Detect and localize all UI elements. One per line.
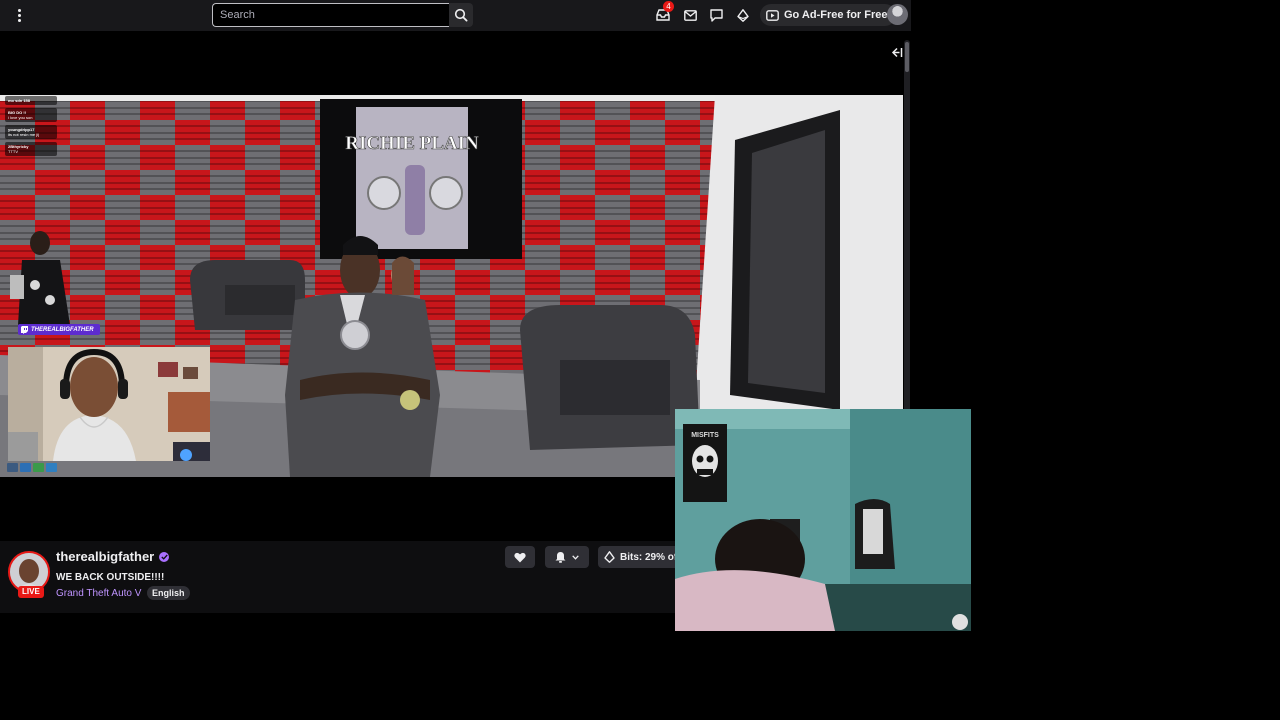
go-ad-free-button[interactable]: Go Ad-Free for Free <box>760 4 896 26</box>
bits-button[interactable] <box>732 5 754 25</box>
overlay-chat-message: mo sdn 158 <box>5 96 57 105</box>
search-input[interactable] <box>212 3 449 27</box>
mail-icon <box>683 9 697 21</box>
page-scrollbar[interactable] <box>904 40 910 412</box>
webcam-toolbar-icons <box>7 463 57 472</box>
ad-free-icon <box>766 9 779 21</box>
stream-chat-overlay: mo sdn 158 BIG DO !! i love you son youn… <box>5 96 57 159</box>
notifications-button[interactable] <box>545 546 589 568</box>
heart-icon <box>514 552 526 562</box>
verified-badge-icon <box>159 551 170 562</box>
bell-icon <box>555 552 566 563</box>
go-ad-free-label: Go Ad-Free for Free <box>784 9 888 21</box>
search-button[interactable] <box>449 3 473 27</box>
chat-bubble-icon <box>709 8 723 22</box>
webcam-channel-tag: THEREALBIGFATHER <box>18 324 100 335</box>
collapse-arrow-icon <box>891 47 902 57</box>
bits-gem-icon <box>737 8 749 22</box>
language-tag[interactable]: English <box>147 586 190 600</box>
user-avatar[interactable] <box>887 4 908 25</box>
pip-poster-text: MISFITS <box>691 432 719 439</box>
bits-gem-icon <box>604 551 615 563</box>
chat-bubble-button[interactable] <box>705 5 727 25</box>
search-bar <box>212 3 473 27</box>
top-nav-bar: 4 Go Ad-Free for Free <box>0 0 911 31</box>
chevron-down-icon <box>572 554 579 560</box>
live-badge: LIVE <box>18 586 44 598</box>
game-category-link[interactable]: Grand Theft Auto V <box>56 588 141 599</box>
collapse-chat-button[interactable] <box>888 44 904 60</box>
more-menu-icon[interactable] <box>12 6 26 24</box>
channel-name: therealbigfather <box>56 549 155 564</box>
channel-name-link[interactable]: therealbigfather <box>56 549 170 564</box>
overlay-chat-message: 2Bthyricky TTTV <box>5 142 57 156</box>
notification-count-badge: 4 <box>663 1 674 12</box>
search-icon <box>454 8 468 22</box>
follow-button[interactable] <box>505 546 535 568</box>
bits-offer-label: Bits: 29% off <box>620 551 681 563</box>
streamer-webcam <box>8 347 210 461</box>
bits-offer-button[interactable]: Bits: 29% off <box>598 546 687 568</box>
overlay-chat-message: BIG DO !! i love you son <box>5 108 57 122</box>
whispers-button[interactable] <box>679 5 701 25</box>
overlay-chat-message: youngdripp17 its not resin me jij <box>5 125 57 139</box>
twitch-logo-icon <box>21 325 28 334</box>
stream-title: WE BACK OUTSIDE!!!! <box>56 572 165 583</box>
poster-text: RICHIE PLAIN <box>345 133 479 154</box>
picture-in-picture-video[interactable]: MISFITS <box>675 409 971 631</box>
